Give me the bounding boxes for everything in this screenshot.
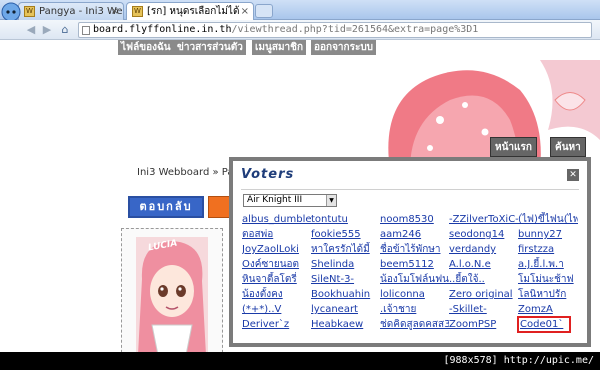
back-arrow-icon[interactable]: ◀ bbox=[24, 23, 38, 37]
menu-my-files[interactable]: ไฟล์ของฉัน bbox=[118, 40, 174, 55]
voter-link[interactable]: ช่ดคิดสูลดคสส3วี bbox=[380, 317, 449, 332]
avatar: LUCIA bbox=[121, 228, 223, 352]
voter-link[interactable]: Code01` bbox=[517, 316, 571, 333]
voter-link[interactable]: firstzza bbox=[518, 242, 578, 257]
voter-link[interactable]: JoyZaolLoki bbox=[242, 242, 311, 257]
voter-list: albus_dumbled tontutu noom8530 -ZZilverToXi… bbox=[242, 212, 578, 333]
voter-link[interactable]: fookie555 bbox=[311, 227, 380, 242]
voter-link[interactable]: A.l.o.N.e bbox=[449, 257, 518, 272]
tab-viewthread[interactable]: W [รก] หนุดรเลือกไม่ได้ × bbox=[126, 2, 254, 20]
close-icon[interactable]: × bbox=[111, 3, 119, 20]
voter-link[interactable]: .เจ้าชาย bbox=[380, 302, 449, 317]
voter-link[interactable]: หาใครรักได้มี้ bbox=[311, 242, 380, 257]
voter-link[interactable]: ZomzA bbox=[518, 302, 578, 317]
voter-link[interactable]: Oงค์ซายนอต bbox=[242, 257, 311, 272]
webboard-favicon-icon: W bbox=[132, 6, 143, 17]
voter-link[interactable]: aam246 bbox=[380, 227, 449, 242]
voters-dialog: Voters ✕ Air Knight III ▼ albus_dumbled t… bbox=[229, 157, 591, 347]
voter-link[interactable]: a.J.ยี้.l.พ.า bbox=[518, 257, 578, 272]
voter-link[interactable]: น้องตั้งคง bbox=[242, 287, 311, 302]
voter-link[interactable]: albus_dumbled bbox=[242, 212, 311, 227]
voter-link[interactable]: SileNt-3- bbox=[311, 272, 380, 287]
voter-link[interactable]: loliconna bbox=[380, 287, 449, 302]
voter-link[interactable]: -Skillet- bbox=[449, 302, 518, 317]
voter-link[interactable]: น้องโมโฟล์นฟน bbox=[380, 272, 449, 287]
voter-link[interactable]: noom8530 bbox=[380, 212, 449, 227]
nav-search-button[interactable]: ค้นหา bbox=[550, 137, 586, 157]
breadcrumb-home-link[interactable]: Ini3 Webboard bbox=[137, 167, 209, 178]
webboard-favicon-icon: W bbox=[24, 6, 35, 17]
voter-link[interactable]: Heabkaew bbox=[311, 317, 380, 332]
browser-toolbar: ◀ ▶ ⌂ board.flyffonline.in.th/viewthread… bbox=[0, 20, 600, 40]
voter-link[interactable]: (*+*)..V bbox=[242, 302, 311, 317]
voter-link[interactable]: โลนิหาปรัก bbox=[518, 287, 578, 302]
selected-option: Air Knight III bbox=[247, 195, 303, 205]
close-icon[interactable]: ✕ bbox=[567, 169, 579, 181]
new-tab-button[interactable] bbox=[255, 4, 273, 18]
menu-member[interactable]: เมนูสมาชิก bbox=[252, 40, 306, 55]
browser-window: W Pangya - Ini3 Web × W [รก] หนุดรเลือกไ… bbox=[0, 0, 600, 352]
voter-link[interactable]: verdandy bbox=[449, 242, 518, 257]
voter-link[interactable]: lycaneart bbox=[311, 302, 380, 317]
tab-strip: W Pangya - Ini3 Web × W [รก] หนุดรเลือกไ… bbox=[0, 0, 600, 20]
voter-link[interactable]: ..ยี้ตใจ้.. bbox=[449, 272, 518, 287]
menu-logout[interactable]: ออกจากระบบ bbox=[311, 40, 377, 55]
voters-title: Voters bbox=[241, 167, 295, 182]
menu-private-messages[interactable]: ข่าวสารส่วนตัว bbox=[174, 40, 246, 55]
chevron-down-icon[interactable]: ▼ bbox=[326, 195, 336, 206]
tab-title: [รก] หนุดรเลือกไม่ได้ bbox=[147, 6, 240, 17]
close-icon[interactable]: × bbox=[241, 3, 249, 20]
image-host-caption: [988x578] http://upic.me/ bbox=[0, 352, 600, 370]
breadcrumb-separator: » bbox=[212, 167, 219, 178]
voter-link[interactable]: ชื่อข้าไร้พักษา bbox=[380, 242, 449, 257]
voter-link[interactable]: seodong14 bbox=[449, 227, 518, 242]
url-host: board.flyffonline.in.th bbox=[93, 24, 232, 35]
voter-link[interactable]: Deriver`z bbox=[242, 317, 311, 332]
home-icon[interactable]: ⌂ bbox=[58, 23, 72, 37]
tab-pangya[interactable]: W Pangya - Ini3 Web × bbox=[18, 2, 124, 20]
voter-link[interactable]: (ไฟ)ขี้ไฟน(ไฟ) bbox=[518, 212, 578, 227]
voter-link[interactable]: Zero original bbox=[449, 287, 518, 302]
voter-link[interactable]: -ZZilverToXiC- bbox=[449, 212, 518, 227]
voter-link[interactable]: Bookhuahin bbox=[311, 287, 380, 302]
url-path: /viewthread.php?tid=261564&extra=page%3D… bbox=[231, 24, 479, 35]
page-icon bbox=[82, 26, 90, 35]
voter-link[interactable]: โมโม่นะช้าฟ bbox=[518, 272, 578, 287]
divider bbox=[241, 189, 579, 190]
reply-button[interactable]: ตอบกลับ bbox=[128, 196, 204, 218]
page-content: ไฟล์ของฉัน ข่าวสารส่วนตัว เมนูสมาชิก ออก… bbox=[0, 40, 600, 352]
voter-link[interactable]: Shelinda bbox=[311, 257, 380, 272]
voter-link[interactable]: bunny27 bbox=[518, 227, 578, 242]
address-bar[interactable]: board.flyffonline.in.th/viewthread.php?t… bbox=[78, 22, 592, 38]
voter-link[interactable]: ตอสพ่อ bbox=[242, 227, 311, 242]
voter-link[interactable]: tontutu bbox=[311, 212, 380, 227]
forward-arrow-icon[interactable]: ▶ bbox=[40, 23, 54, 37]
voter-link[interactable]: beem5112 bbox=[380, 257, 449, 272]
voter-link[interactable]: ZoomPSP bbox=[449, 317, 518, 332]
nav-home-button[interactable]: หน้าแรก bbox=[490, 137, 537, 157]
voter-link[interactable]: หินจาตี้ลโตรี่ bbox=[242, 272, 311, 287]
poll-option-select[interactable]: Air Knight III ▼ bbox=[243, 194, 337, 207]
